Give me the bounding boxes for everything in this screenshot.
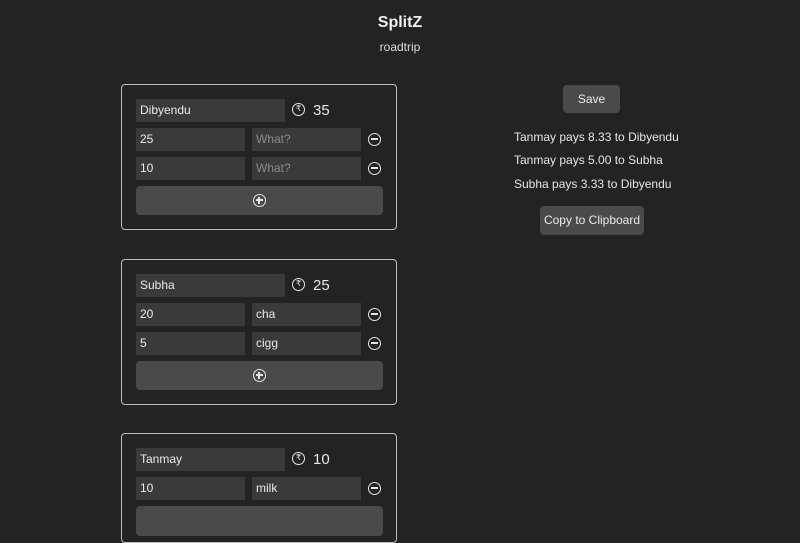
remove-expense-icon[interactable]: [368, 482, 381, 495]
person-name-input[interactable]: Dibyendu: [136, 99, 285, 122]
person-card-subha: Subha ₹ 25 20 cha 5 cigg: [121, 259, 397, 405]
remove-expense-icon[interactable]: [368, 133, 381, 146]
expense-description-input[interactable]: What?: [252, 157, 361, 180]
copy-to-clipboard-button[interactable]: Copy to Clipboard: [540, 206, 644, 235]
expense-description-input[interactable]: cigg: [252, 332, 361, 355]
person-total: 35: [313, 102, 330, 119]
add-expense-button[interactable]: [136, 186, 383, 215]
plus-circle-icon: [253, 369, 266, 382]
expense-description-input[interactable]: milk: [252, 477, 361, 500]
settlement-line: Tanmay pays 8.33 to Dibyendu: [514, 130, 679, 144]
person-card-dibyendu: Dibyendu ₹ 35 25 What? 10 What?: [121, 84, 397, 230]
rupee-icon: ₹: [292, 278, 305, 291]
person-card-tanmay: Tanmay ₹ 10 10 milk: [121, 433, 397, 543]
remove-expense-icon[interactable]: [368, 162, 381, 175]
settlement-line: Tanmay pays 5.00 to Subha: [514, 153, 663, 167]
trip-name: roadtrip: [379, 40, 421, 54]
app-title: SplitZ: [377, 14, 423, 31]
rupee-icon: ₹: [292, 452, 305, 465]
expense-amount-input[interactable]: 25: [136, 128, 245, 151]
expense-amount-input[interactable]: 10: [136, 157, 245, 180]
expense-description-input[interactable]: cha: [252, 303, 361, 326]
person-name-input[interactable]: Tanmay: [136, 448, 285, 471]
expense-description-input[interactable]: What?: [252, 128, 361, 151]
expense-amount-input[interactable]: 5: [136, 332, 245, 355]
expense-amount-input[interactable]: 20: [136, 303, 245, 326]
person-total: 10: [313, 451, 330, 468]
remove-expense-icon[interactable]: [368, 337, 381, 350]
save-button[interactable]: Save: [563, 85, 620, 113]
add-expense-button[interactable]: [136, 361, 383, 390]
rupee-icon: ₹: [292, 103, 305, 116]
plus-circle-icon: [253, 194, 266, 207]
expense-amount-input[interactable]: 10: [136, 477, 245, 500]
person-name-input[interactable]: Subha: [136, 274, 285, 297]
person-total: 25: [313, 277, 330, 294]
add-expense-button[interactable]: [136, 506, 383, 536]
settlement-line: Subha pays 3.33 to Dibyendu: [514, 177, 672, 191]
remove-expense-icon[interactable]: [368, 308, 381, 321]
